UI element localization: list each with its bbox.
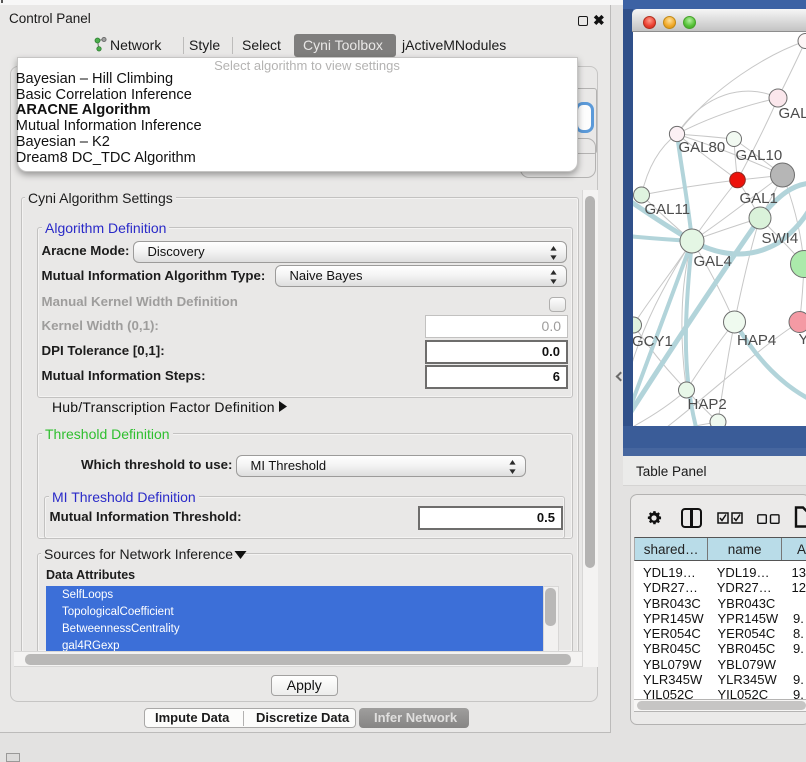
svg-text:GCY1: GCY1 [633,333,673,350]
svg-text:GAL10: GAL10 [736,147,783,164]
svg-text:HAP2: HAP2 [688,396,727,413]
svg-text:GAL4: GAL4 [694,253,732,270]
svg-text:SWI4: SWI4 [762,230,799,247]
svg-text:GAL1: GAL1 [740,190,778,207]
svg-text:HAP4: HAP4 [737,332,776,349]
svg-text:GAL2: GAL2 [779,105,806,122]
svg-text:YM: YM [799,331,806,348]
svg-text:GAL80: GAL80 [679,139,726,156]
svg-text:GAL11: GAL11 [645,201,691,218]
